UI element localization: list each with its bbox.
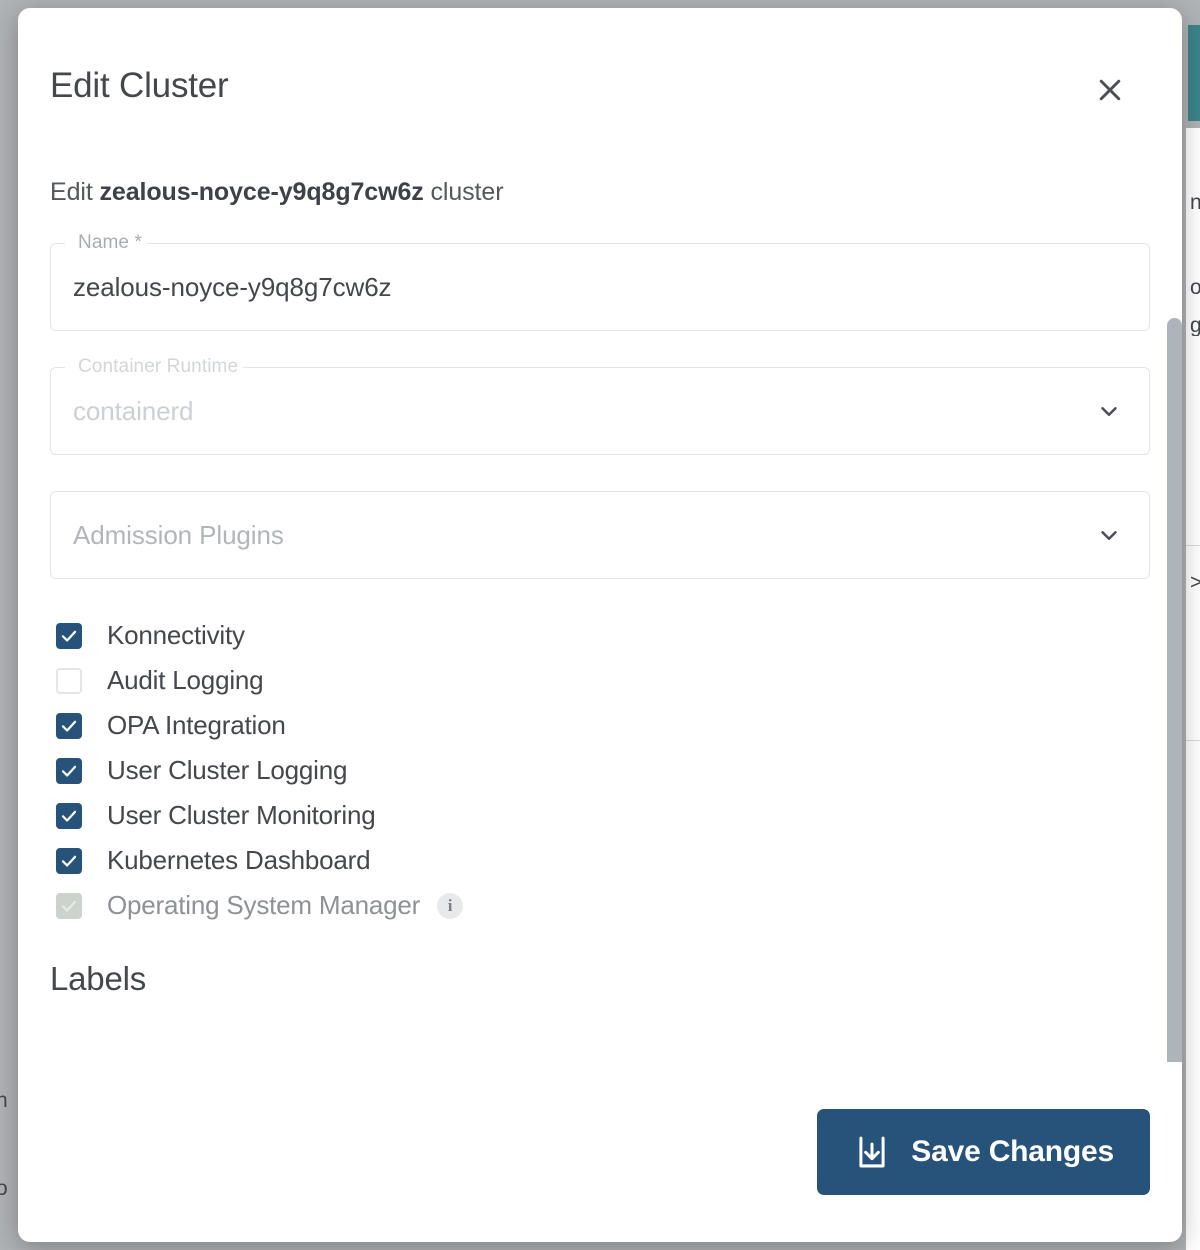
dialog-scrollbar-thumb[interactable]	[1167, 318, 1182, 1062]
edit-cluster-dialog: Edit Cluster Edit zealous-noyce-y9q8g7cw…	[18, 8, 1182, 1242]
checkbox-label: Operating System Manager	[107, 890, 420, 921]
checkbox-label: OPA Integration	[107, 710, 286, 741]
feature-checkbox-list: Konnectivity Audit Logging OPA Integrati…	[50, 613, 1150, 928]
background-text-fragment: o	[1190, 277, 1200, 298]
dialog-footer: Save Changes	[18, 1062, 1182, 1242]
subtitle-cluster-name: zealous-noyce-y9q8g7cw6z	[100, 178, 424, 206]
chevron-down-icon	[1095, 397, 1123, 425]
container-runtime-value: containerd	[73, 396, 193, 427]
checkbox-user-cluster-monitoring[interactable]	[56, 803, 82, 829]
checkbox-label: Audit Logging	[107, 665, 263, 696]
checkbox-konnectivity[interactable]	[56, 623, 82, 649]
container-runtime-field: Container Runtime containerd	[50, 367, 1150, 455]
name-field-label: Name *	[73, 232, 147, 254]
checkbox-label: Kubernetes Dashboard	[107, 845, 370, 876]
subtitle-prefix: Edit	[50, 178, 100, 206]
close-icon	[1095, 75, 1125, 105]
admission-plugins-select[interactable]: Admission Plugins	[50, 491, 1150, 579]
background-text-fragment: >	[1190, 572, 1200, 593]
admission-plugins-placeholder: Admission Plugins	[73, 520, 284, 551]
checkbox-row-user-cluster-monitoring[interactable]: User Cluster Monitoring	[50, 793, 1150, 838]
save-changes-button[interactable]: Save Changes	[817, 1109, 1150, 1195]
name-field[interactable]: Name * zealous-noyce-y9q8g7cw6z	[50, 243, 1150, 331]
checkbox-kubernetes-dashboard[interactable]	[56, 848, 82, 874]
checkbox-row-opa-integration[interactable]: OPA Integration	[50, 703, 1150, 748]
background-text-fragment: o	[0, 1178, 12, 1199]
checkbox-opa-integration[interactable]	[56, 713, 82, 739]
background-text-fragment: n	[1190, 192, 1200, 213]
info-icon[interactable]: i	[437, 893, 463, 919]
save-changes-label: Save Changes	[911, 1135, 1114, 1169]
dialog-scroll-content: Edit zealous-noyce-y9q8g7cw6z cluster Na…	[50, 156, 1150, 1062]
dialog-subtitle: Edit zealous-noyce-y9q8g7cw6z cluster	[50, 178, 1150, 207]
chevron-down-icon[interactable]	[1095, 521, 1123, 549]
close-button[interactable]	[1092, 72, 1128, 108]
background-text-fragment: n	[0, 1090, 12, 1111]
labels-section-heading: Labels	[50, 960, 1150, 998]
checkbox-row-kubernetes-dashboard[interactable]: Kubernetes Dashboard	[50, 838, 1150, 883]
checkbox-user-cluster-logging[interactable]	[56, 758, 82, 784]
page-title: Edit Cluster	[50, 66, 229, 106]
subtitle-suffix: cluster	[424, 178, 504, 206]
checkbox-label: Konnectivity	[107, 620, 245, 651]
dialog-scrollbar-track[interactable]	[1166, 318, 1182, 1062]
checkbox-row-konnectivity[interactable]: Konnectivity	[50, 613, 1150, 658]
background-text-fragment: g	[1190, 315, 1200, 336]
checkbox-label: User Cluster Logging	[107, 755, 347, 786]
checkbox-row-operating-system-manager: Operating System Manager i	[50, 883, 1150, 928]
background-teal-accent-bar	[1188, 25, 1200, 121]
dialog-header: Edit Cluster	[18, 8, 1182, 156]
save-icon	[853, 1133, 891, 1171]
checkbox-label: User Cluster Monitoring	[107, 800, 376, 831]
name-input[interactable]: zealous-noyce-y9q8g7cw6z	[73, 272, 391, 303]
background-divider	[1186, 740, 1200, 741]
checkbox-audit-logging[interactable]	[56, 668, 82, 694]
checkbox-operating-system-manager	[56, 893, 82, 919]
checkbox-row-audit-logging[interactable]: Audit Logging	[50, 658, 1150, 703]
checkbox-row-user-cluster-logging[interactable]: User Cluster Logging	[50, 748, 1150, 793]
container-runtime-label: Container Runtime	[73, 356, 243, 378]
dialog-body: Edit zealous-noyce-y9q8g7cw6z cluster Na…	[18, 156, 1182, 1062]
background-divider	[1186, 545, 1200, 546]
